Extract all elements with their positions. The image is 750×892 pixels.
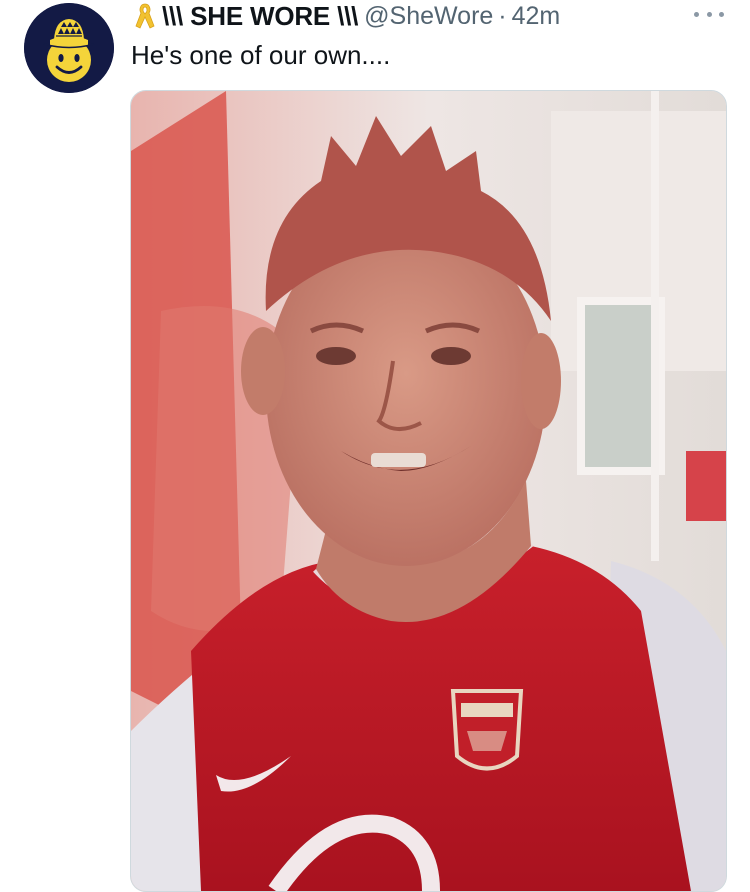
tweet-header: \\\ SHE WORE \\\ @SheWore · 42m [132, 0, 728, 32]
timestamp[interactable]: 42m [512, 2, 561, 31]
tweet-text: He's one of our own.... [131, 40, 391, 70]
user-handle[interactable]: @SheWore [364, 2, 493, 31]
more-dot [694, 11, 699, 17]
tweet-photo[interactable] [130, 90, 727, 892]
display-name[interactable]: \\\ SHE WORE \\\ [162, 1, 358, 32]
more-icon[interactable] [694, 6, 724, 22]
more-dot [719, 11, 724, 17]
avatar-smiley-hat-image [24, 3, 114, 93]
yellow-ribbon-icon [132, 1, 158, 31]
more-dot [706, 11, 712, 17]
separator-dot: · [498, 1, 507, 30]
photo-boy-in-red-shirt [131, 91, 726, 891]
profile-avatar[interactable] [24, 3, 114, 93]
